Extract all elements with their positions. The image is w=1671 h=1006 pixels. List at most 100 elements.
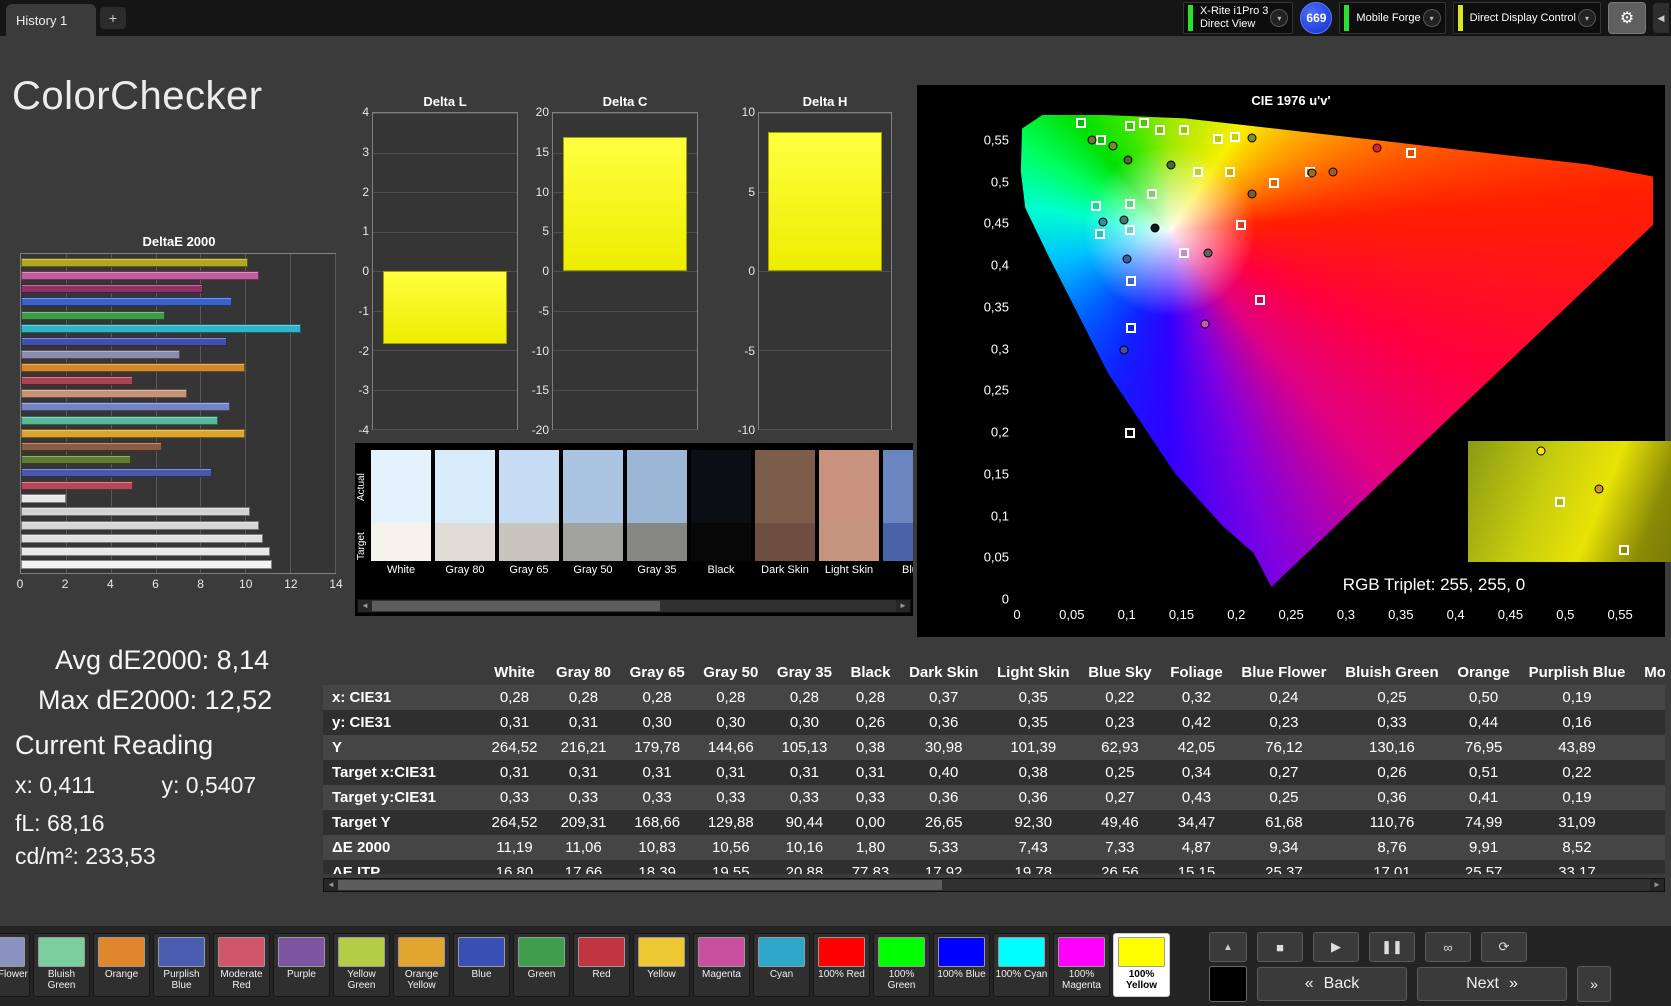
target-swatch: [371, 523, 431, 562]
y-tick-label: 0: [542, 264, 549, 278]
cell: 10,16: [785, 839, 824, 856]
patch-button-blue[interactable]: Blue: [453, 933, 510, 997]
pattern-window-button[interactable]: [1209, 966, 1247, 1002]
patch-button-green[interactable]: Green: [513, 933, 570, 997]
patch-button-orange[interactable]: Orange: [93, 933, 150, 997]
y-tick-label: 2: [362, 184, 369, 199]
patch-button-yellow-green[interactable]: Yellow Green: [333, 933, 390, 997]
back-button[interactable]: « Back: [1257, 967, 1407, 1001]
meter-count-badge[interactable]: 669: [1300, 2, 1333, 34]
page-title: ColorChecker: [12, 74, 263, 118]
grid-line: [553, 429, 697, 430]
column-header: Purplish Blue: [1528, 664, 1626, 681]
current-xy-readout: x: 0,411 y: 0,5407: [15, 772, 256, 799]
swatch-scroll-thumb[interactable]: [372, 601, 661, 611]
cell: 0,38: [1018, 764, 1048, 781]
swatch-column: Gray 35: [627, 450, 687, 580]
table-scrollbar[interactable]: ◄ ►: [323, 878, 1665, 892]
patch-button-magenta[interactable]: Magenta: [693, 933, 750, 997]
table-scroll-track[interactable]: [338, 879, 1650, 891]
settings-gear-button[interactable]: ⚙: [1608, 2, 1646, 34]
scroll-left-icon[interactable]: ◄: [324, 879, 338, 891]
cell: 179,78: [634, 739, 681, 756]
patch-button-100-magenta[interactable]: 100% Magenta: [1053, 933, 1110, 997]
swatch-columns: White Gray 80 Gray 65 Gray 50 Gray 35 Black Da…: [371, 450, 913, 580]
patch-button-bluish-green[interactable]: Bluish Green: [33, 933, 90, 997]
patch-button-100-blue[interactable]: 100% Blue: [933, 933, 990, 997]
avg-de2000-readout: Avg dE2000: 8,14: [55, 645, 270, 675]
chevron-down-icon[interactable]: ▾: [1578, 9, 1596, 27]
meter-selector[interactable]: X-Rite i1Pro 3 Direct View ▾: [1182, 2, 1294, 34]
patch-button-orange-yellow[interactable]: Orange Yellow: [393, 933, 450, 997]
row-label: Target Y: [332, 814, 391, 831]
rgb-triplet-readout: RGB Triplet: 255, 255, 0: [1342, 575, 1526, 594]
grid-line: [553, 310, 697, 312]
cell: 0,31: [499, 764, 530, 781]
grid-line: [373, 429, 517, 430]
table-header-row: White Gray 80 Gray 65 Gray 50 Gray 35 Black Da…: [323, 660, 1665, 685]
patch-swatch: [1118, 937, 1165, 967]
workflow-selector[interactable]: Direct Display Control ▾: [1452, 2, 1601, 34]
x-tick-label: 0,45: [1497, 607, 1524, 622]
add-tab-button[interactable]: +: [100, 7, 126, 29]
patch-button-cyan[interactable]: Cyan: [753, 933, 810, 997]
patch-label: 100% Green: [887, 969, 916, 991]
table-row: x: CIE31 0,28 0,28 0,28 0,28 0,28 0,28 0,37 0,35…: [323, 685, 1665, 710]
patch-button-blue-flower[interactable]: Blue Flower: [0, 933, 30, 997]
play-button[interactable]: ▶: [1313, 932, 1359, 962]
patch-label: Magenta: [702, 969, 741, 980]
patch-button-100-cyan[interactable]: 100% Cyan: [993, 933, 1050, 997]
patch-swatch: [0, 937, 25, 967]
scroll-right-icon[interactable]: ►: [1650, 879, 1664, 891]
collapse-panel-button[interactable]: ◀: [1653, 3, 1669, 33]
swatch-label: Gray 65: [509, 564, 549, 577]
target-point: [1124, 199, 1135, 210]
loop-button[interactable]: ⟳: [1481, 932, 1527, 962]
deltae-bar-row: [21, 494, 335, 504]
cell: 0,00: [855, 814, 886, 831]
patch-button-100-yellow[interactable]: 100% Yellow: [1113, 933, 1170, 997]
cell: 61,68: [1265, 814, 1303, 831]
deltae-bar-row: [21, 481, 335, 491]
patch-button-100-red[interactable]: 100% Red: [813, 933, 870, 997]
patch-button-100-green[interactable]: 100% Green: [873, 933, 930, 997]
pause-button[interactable]: ❚❚: [1369, 932, 1415, 962]
grid-line: [759, 429, 891, 430]
next-button[interactable]: Next »: [1417, 967, 1567, 1001]
top-bar-right: X-Rite i1Pro 3 Direct View ▾ 669 Mobile …: [1182, 2, 1671, 34]
swatch-label: Gray 35: [637, 564, 677, 577]
scroll-left-icon[interactable]: ◄: [358, 600, 372, 612]
patch-button-purple[interactable]: Purple: [273, 933, 330, 997]
tab-history-1[interactable]: History 1: [6, 4, 96, 36]
expand-panel-button[interactable]: ▲: [1209, 932, 1247, 962]
cell: 0,33: [1377, 714, 1407, 731]
row-label: ΔE ITP: [332, 864, 381, 874]
actual-swatch: [627, 450, 687, 524]
chevron-down-icon[interactable]: ▾: [1422, 9, 1441, 27]
scroll-right-icon[interactable]: ►: [896, 600, 910, 612]
swatch-label: Gray 50: [573, 564, 613, 577]
chevron-down-icon[interactable]: ▾: [1270, 9, 1289, 27]
swatch-scrollbar[interactable]: ◄ ►: [357, 599, 911, 613]
swatch-scroll-track[interactable]: [372, 600, 896, 612]
continuous-read-button[interactable]: ∞: [1425, 932, 1471, 962]
target-point: [1268, 178, 1279, 189]
deltae-bar-row: [21, 402, 335, 412]
cell: 17,92: [924, 864, 963, 874]
stop-button[interactable]: ■: [1257, 932, 1303, 962]
cell: 0,50: [1469, 689, 1499, 706]
skip-button[interactable]: »: [1577, 966, 1611, 1002]
table-row: Target Y 264,52 209,31 168,66 129,88 90,44 0,0…: [323, 810, 1665, 835]
patch-button-red[interactable]: Red: [573, 933, 630, 997]
cell: 144,66: [707, 739, 754, 756]
y-tick-label: 0,55: [983, 132, 1009, 148]
patch-button-moderate-red[interactable]: Moderate Red: [213, 933, 270, 997]
patch-button-yellow[interactable]: Yellow: [633, 933, 690, 997]
deltae-bar-row: [21, 271, 335, 281]
table-scroll-thumb[interactable]: [338, 880, 942, 890]
column-header: Gray 50: [703, 664, 759, 681]
x-tick-label: 0,1: [1117, 607, 1136, 622]
source-selector[interactable]: Mobile Forge ▾: [1339, 2, 1446, 34]
cell: 62,93: [1101, 739, 1139, 756]
patch-button-purplish-blue[interactable]: Purplish Blue: [153, 933, 210, 997]
